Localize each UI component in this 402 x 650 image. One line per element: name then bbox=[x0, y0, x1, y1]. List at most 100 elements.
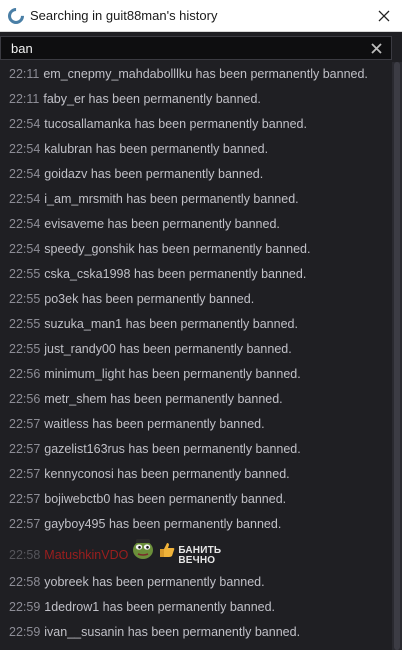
ban-notice-text: has been permanently banned. bbox=[134, 117, 307, 131]
banned-username[interactable]: ivan__susanin bbox=[44, 625, 124, 639]
moderation-message-row: 22:59 ivan__susanin has been permanently … bbox=[0, 620, 392, 645]
message-timestamp: 22:57 bbox=[9, 492, 41, 506]
moderation-message-row: 22:57 gayboy495 has been permanently bann… bbox=[0, 512, 392, 537]
moderation-message-row: 22:56 minimum_light has been permanently … bbox=[0, 362, 392, 387]
ban-notice-text: has been permanently banned. bbox=[195, 67, 368, 81]
moderation-message-row: 22:58 yobreek has been permanently banned… bbox=[0, 570, 392, 595]
banned-username[interactable]: kalubran bbox=[44, 142, 92, 156]
banned-username[interactable]: faby_er bbox=[43, 92, 85, 106]
moderation-message-row: 22:11 faby_er has been permanently banned… bbox=[0, 87, 392, 112]
ban-notice-text: has been permanently banned. bbox=[110, 392, 283, 406]
message-timestamp: 22:54 bbox=[9, 192, 41, 206]
close-button[interactable] bbox=[372, 4, 396, 28]
clear-icon bbox=[370, 42, 382, 54]
message-timestamp: 22:54 bbox=[9, 167, 41, 181]
message-timestamp: 22:57 bbox=[9, 442, 41, 456]
message-list: 22:11 em_cnepmy_mahdabolllku has been per… bbox=[0, 62, 392, 650]
banned-username[interactable]: po3ek bbox=[44, 292, 78, 306]
scrollbar-track[interactable] bbox=[392, 62, 402, 650]
message-timestamp: 22:54 bbox=[9, 117, 41, 131]
banned-username[interactable]: yobreek bbox=[44, 575, 88, 589]
window-title: Searching in guit88man's history bbox=[30, 8, 218, 23]
ban-notice-text: has been permanently banned. bbox=[88, 92, 261, 106]
ban-notice-text: has been permanently banned. bbox=[127, 625, 301, 639]
clear-search-button[interactable] bbox=[367, 39, 385, 57]
moderation-message-row: 22:54 tucosallamanka has been permanently… bbox=[0, 112, 392, 137]
emote-caption: БАНИТЬ ВЕЧНО bbox=[178, 544, 222, 566]
ban-notice-text: has been permanently banned. bbox=[95, 142, 269, 156]
moderation-message-row: 22:57 waitless has been permanently banne… bbox=[0, 412, 392, 437]
banned-username[interactable]: kennyconosi bbox=[44, 467, 114, 481]
message-timestamp: 22:54 bbox=[9, 217, 41, 231]
moderation-message-row: 22:55 po3ek has been permanently banned. bbox=[0, 287, 392, 312]
ban-notice-text: has been permanently banned. bbox=[90, 167, 264, 181]
moderation-message-row: 22:54 speedy_gonshik has been permanently… bbox=[0, 237, 392, 262]
moderation-message-row: 22:57 bojiwebctb0 has been permanently ba… bbox=[0, 487, 392, 512]
moderation-message-row: 22:11 em_cnepmy_mahdabolllku has been per… bbox=[0, 62, 392, 87]
banned-username[interactable]: metr_shem bbox=[44, 392, 107, 406]
banned-username[interactable]: just_randy00 bbox=[44, 342, 116, 356]
ban-notice-text: has been permanently banned. bbox=[92, 575, 265, 589]
banned-username[interactable]: goidazv bbox=[44, 167, 87, 181]
message-timestamp: 22:58 bbox=[9, 575, 41, 589]
banned-username[interactable]: gazelist163rus bbox=[44, 442, 125, 456]
banned-username[interactable]: suzuka_man1 bbox=[44, 317, 122, 331]
message-timestamp: 22:55 bbox=[9, 292, 41, 306]
ban-notice-text: has been permanently banned. bbox=[119, 342, 292, 356]
moderation-message-row: 22:57 gazelist163rus has been permanently… bbox=[0, 437, 392, 462]
moderation-message-row: 22:57 kennyconosi has been permanently ba… bbox=[0, 462, 392, 487]
message-timestamp: 22:58 bbox=[9, 547, 41, 562]
ban-notice-text: has been permanently banned. bbox=[92, 417, 265, 431]
thumbs-up-icon bbox=[158, 539, 176, 572]
banned-username[interactable]: tucosallamanka bbox=[44, 117, 131, 131]
moderation-message-row: 22:56 metr_shem has been permanently bann… bbox=[0, 387, 392, 412]
message-timestamp: 22:55 bbox=[9, 342, 41, 356]
banned-username[interactable]: gayboy495 bbox=[44, 517, 105, 531]
ban-notice-text: has been permanently banned. bbox=[128, 442, 301, 456]
banned-username[interactable]: em_cnepmy_mahdabolllku bbox=[43, 67, 192, 81]
message-timestamp: 22:55 bbox=[9, 317, 41, 331]
ban-notice-text: has been permanently banned. bbox=[102, 600, 276, 614]
moderation-message-row: 22:55 just_randy00 has been permanently b… bbox=[0, 337, 392, 362]
message-timestamp: 22:56 bbox=[9, 367, 41, 381]
message-timestamp: 22:54 bbox=[9, 142, 41, 156]
moderation-message-row: 22:59 1dedrow1 has been permanently banne… bbox=[0, 595, 392, 620]
moderation-message-row: 22:55 cska_cska1998 has been permanently … bbox=[0, 262, 392, 287]
message-timestamp: 22:54 bbox=[9, 242, 41, 256]
ban-notice-text: has been permanently banned. bbox=[108, 517, 282, 531]
moderation-message-row: 22:54 evisaveme has been permanently bann… bbox=[0, 212, 392, 237]
banned-username[interactable]: evisaveme bbox=[44, 217, 104, 231]
ban-notice-text: has been permanently banned. bbox=[125, 317, 298, 331]
banned-username[interactable]: minimum_light bbox=[44, 367, 125, 381]
banned-username[interactable]: speedy_gonshik bbox=[44, 242, 134, 256]
message-username[interactable]: MatushkinVDO bbox=[44, 548, 128, 562]
search-bar bbox=[0, 36, 392, 60]
search-input[interactable] bbox=[1, 38, 351, 58]
close-icon bbox=[378, 10, 390, 22]
message-timestamp: 22:59 bbox=[9, 625, 41, 639]
banned-username[interactable]: i_am_mrsmith bbox=[44, 192, 123, 206]
message-timestamp: 22:11 bbox=[9, 67, 40, 81]
message-timestamp: 22:59 bbox=[9, 600, 41, 614]
ban-notice-text: has been permanently banned. bbox=[107, 217, 280, 231]
moderation-message-row: 22:55 suzuka_man1 has been permanently ba… bbox=[0, 312, 392, 337]
chat-message-row: 22:58 MatushkinVDO БАНИТЬ ВЕЧНО bbox=[0, 537, 392, 570]
ban-notice-text: has been permanently banned. bbox=[117, 467, 290, 481]
banned-username[interactable]: 1dedrow1 bbox=[44, 600, 99, 614]
ban-notice-text: has been permanently banned. bbox=[128, 367, 301, 381]
moderation-message-row: 22:54 kalubran has been permanently banne… bbox=[0, 137, 392, 162]
moderation-message-row: 22:54 i_am_mrsmith has been permanently b… bbox=[0, 187, 392, 212]
ban-notice-text: has been permanently banned. bbox=[81, 292, 255, 306]
message-timestamp: 22:11 bbox=[9, 92, 40, 106]
app-logo-icon bbox=[4, 4, 28, 27]
banned-username[interactable]: waitless bbox=[44, 417, 88, 431]
banned-username[interactable]: bojiwebctb0 bbox=[44, 492, 110, 506]
ban-notice-text: has been permanently banned. bbox=[138, 242, 311, 256]
title-bar: Searching in guit88man's history bbox=[0, 0, 402, 32]
message-timestamp: 22:56 bbox=[9, 392, 41, 406]
banned-username[interactable]: cska_cska1998 bbox=[44, 267, 130, 281]
message-timestamp: 22:57 bbox=[9, 517, 41, 531]
scrollbar-thumb[interactable] bbox=[394, 62, 400, 650]
ban-notice-text: has been permanently banned. bbox=[126, 192, 299, 206]
message-timestamp: 22:55 bbox=[9, 267, 41, 281]
